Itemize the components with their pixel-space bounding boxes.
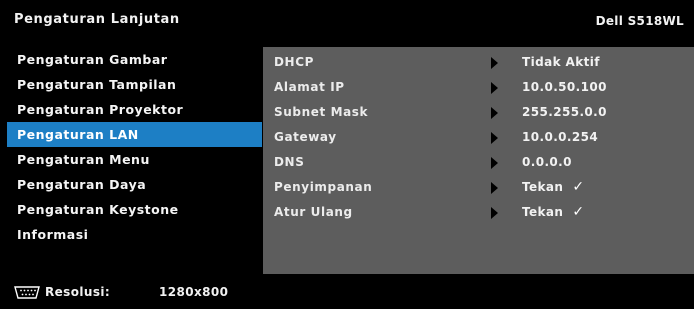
arrow-right-icon (491, 182, 498, 194)
setting-value: Tekan ✓ (522, 200, 585, 225)
setting-label: Alamat IP (274, 80, 345, 94)
setting-label: DNS (274, 155, 305, 169)
vga-connector-icon (14, 286, 40, 299)
status-bar: Resolusi: 1280x800 (0, 277, 694, 309)
setting-value: Tekan ✓ (522, 175, 585, 200)
page-title: Pengaturan Lanjutan (14, 12, 180, 27)
main-menu: Pengaturan Gambar Pengaturan Tampilan Pe… (7, 47, 262, 277)
setting-row-subnet-mask[interactable]: Subnet Mask 255.255.0.0 (263, 100, 694, 125)
resolution-value: 1280x800 (159, 285, 229, 299)
setting-row-alamat-ip[interactable]: Alamat IP 10.0.50.100 (263, 75, 694, 100)
arrow-right-icon (491, 207, 498, 219)
menu-item-pengaturan-proyektor[interactable]: Pengaturan Proyektor (7, 97, 262, 122)
menu-item-pengaturan-gambar[interactable]: Pengaturan Gambar (7, 47, 262, 72)
setting-value: 10.0.50.100 (522, 80, 607, 94)
arrow-right-icon (491, 132, 498, 144)
setting-value: Tidak Aktif (522, 55, 600, 69)
setting-value: 10.0.0.254 (522, 130, 599, 144)
lan-settings-panel: DHCP Tidak Aktif Alamat IP 10.0.50.100 S… (263, 47, 694, 274)
menu-item-pengaturan-daya[interactable]: Pengaturan Daya (7, 172, 262, 197)
osd-header: Pengaturan Lanjutan Dell S518WL (0, 0, 694, 44)
setting-row-dns[interactable]: DNS 0.0.0.0 (263, 150, 694, 175)
arrow-right-icon (491, 57, 498, 69)
menu-item-informasi[interactable]: Informasi (7, 222, 262, 247)
setting-row-atur-ulang[interactable]: Atur Ulang Tekan ✓ (263, 200, 694, 225)
arrow-right-icon (491, 82, 498, 94)
menu-item-pengaturan-keystone[interactable]: Pengaturan Keystone (7, 197, 262, 222)
setting-label: DHCP (274, 55, 315, 69)
menu-item-pengaturan-tampilan[interactable]: Pengaturan Tampilan (7, 72, 262, 97)
press-label: Tekan (522, 205, 564, 219)
setting-value: 255.255.0.0 (522, 105, 607, 119)
arrow-right-icon (491, 107, 498, 119)
press-label: Tekan (522, 180, 564, 194)
setting-label: Gateway (274, 130, 337, 144)
osd-window: Pengaturan Lanjutan Dell S518WL Pengatur… (0, 0, 694, 309)
menu-item-pengaturan-lan[interactable]: Pengaturan LAN (7, 122, 262, 147)
setting-label: Penyimpanan (274, 180, 373, 194)
setting-label: Subnet Mask (274, 105, 369, 119)
model-name: Dell S518WL (595, 14, 684, 28)
setting-label: Atur Ulang (274, 205, 353, 219)
check-icon: ✓ (572, 179, 585, 195)
resolution-label: Resolusi: (45, 285, 111, 299)
setting-row-gateway[interactable]: Gateway 10.0.0.254 (263, 125, 694, 150)
arrow-right-icon (491, 157, 498, 169)
setting-row-dhcp[interactable]: DHCP Tidak Aktif (263, 50, 694, 75)
setting-value: 0.0.0.0 (522, 155, 572, 169)
menu-item-pengaturan-menu[interactable]: Pengaturan Menu (7, 147, 262, 172)
setting-row-penyimpanan[interactable]: Penyimpanan Tekan ✓ (263, 175, 694, 200)
check-icon: ✓ (572, 204, 585, 220)
